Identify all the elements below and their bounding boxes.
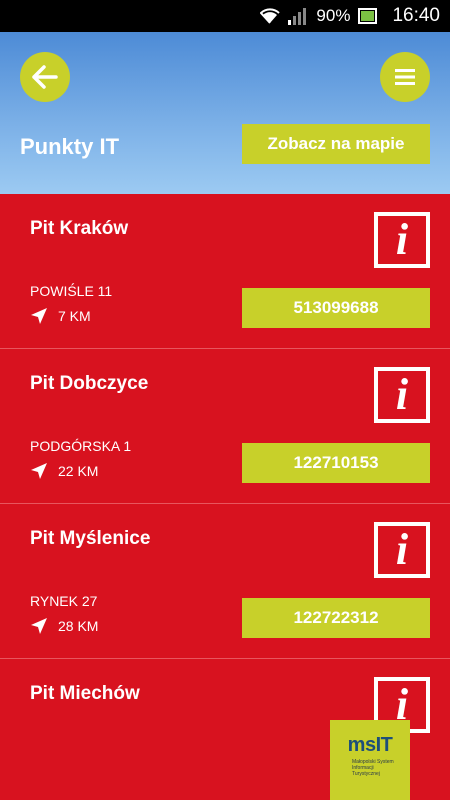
item-name: Pit Myślenice [30,528,151,549]
item-name: Pit Dobczyce [30,373,149,394]
signal-icon [288,7,308,25]
distance-value: 22 KM [58,463,99,479]
item-distance: 22 KM [30,462,98,480]
menu-button[interactable] [380,52,430,102]
wifi-icon [260,8,281,24]
view-on-map-button[interactable]: Zobacz na mapie [242,124,430,164]
list-item[interactable]: Pit Kraków i POWIŚLE 11 7 KM 513099688 [0,194,450,349]
call-button[interactable]: 122722312 [242,598,430,638]
mssit-logo: msIT Małopolski System Informacji Turyst… [330,720,410,800]
arrow-left-icon [32,65,58,89]
status-bar: 90% 16:40 [0,0,450,32]
header: Punkty IT Zobacz na mapie [0,32,450,194]
battery-percent: 90% [316,6,351,25]
clock: 16:40 [392,5,440,26]
page-title: Punkty IT [20,134,120,159]
call-button[interactable]: 122710153 [242,443,430,483]
back-button[interactable] [20,52,70,102]
item-distance: 7 KM [30,307,91,325]
info-icon[interactable]: i [374,522,430,578]
item-address: POWIŚLE 11 [30,283,113,299]
navigation-arrow-icon [31,618,47,634]
distance-value: 28 KM [58,618,99,634]
item-address: RYNEK 27 [30,593,98,609]
info-icon[interactable]: i [374,367,430,423]
item-address: PODGÓRSKA 1 [30,438,132,454]
hamburger-menu-icon [395,69,415,85]
call-button[interactable]: 513099688 [242,288,430,328]
list-item[interactable]: Pit Dobczyce i PODGÓRSKA 1 22 KM 1227101… [0,349,450,504]
info-icon[interactable]: i [374,212,430,268]
points-list: Pit Kraków i POWIŚLE 11 7 KM 513099688 P… [0,194,450,800]
logo-text: msIT [347,734,393,756]
item-name: Pit Kraków [30,218,129,239]
navigation-arrow-icon [31,463,47,479]
item-distance: 28 KM [30,617,98,635]
battery-icon [358,8,378,24]
item-name: Pit Miechów [30,683,140,704]
logo-subtitle: Małopolski System Informacji Turystyczne… [352,759,394,777]
distance-value: 7 KM [58,308,91,324]
navigation-arrow-icon [31,308,47,324]
list-item[interactable]: Pit Myślenice i RYNEK 27 28 KM 122722312 [0,504,450,659]
